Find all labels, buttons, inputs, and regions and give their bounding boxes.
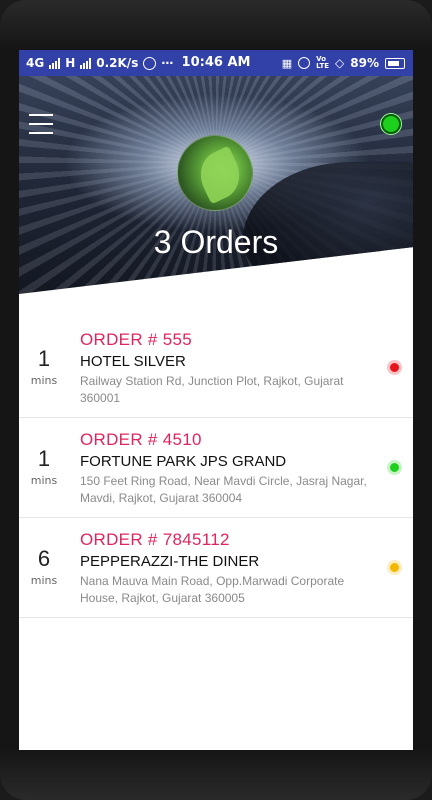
order-info: ORDER # 555 HOTEL SILVER Railway Station… <box>80 330 380 407</box>
list-item[interactable]: 1 mins ORDER # 555 HOTEL SILVER Railway … <box>19 318 413 418</box>
order-status-dot <box>387 360 402 375</box>
alarm-icon <box>298 57 311 69</box>
orders-list: 1 mins ORDER # 555 HOTEL SILVER Railway … <box>19 318 413 618</box>
avatar-photo <box>192 145 248 205</box>
order-status-dot <box>387 460 402 475</box>
wifi-icon: ◇ <box>335 56 345 70</box>
list-item[interactable]: 1 mins ORDER # 4510 FORTUNE PARK JPS GRA… <box>19 418 413 518</box>
restaurant-name: PEPPERAZZI-THE DINER <box>80 553 260 570</box>
order-number: ORDER # 555 <box>80 330 192 349</box>
eta: 6 mins <box>19 546 69 587</box>
restaurant-name: FORTUNE PARK JPS GRAND <box>80 453 287 470</box>
eta-minutes: 1 <box>37 446 51 471</box>
screen: 4G H 0.2K/s ⋯ 10:46 AM ▦ Vo LTE ◇ 89% 3 … <box>19 50 413 750</box>
header-banner: 3 Orders Jun 12, 2017 <box>19 76 413 294</box>
eta-label: mins <box>30 474 58 487</box>
restaurant-address: 150 Feet Ring Road, Near Mavdi Circle, J… <box>80 474 367 505</box>
order-status-dot <box>387 560 402 575</box>
order-number: ORDER # 4510 <box>80 430 202 449</box>
status-right: ▦ Vo LTE ◇ 89% <box>282 56 405 70</box>
page-title: 3 Orders <box>153 224 279 260</box>
phone-top-bezel <box>0 0 432 50</box>
order-number: ORDER # 7845112 <box>80 530 230 549</box>
battery-icon <box>385 57 405 69</box>
eta-label: mins <box>30 374 58 387</box>
list-item[interactable]: 6 mins ORDER # 7845112 PEPPERAZZI-THE DI… <box>19 518 413 618</box>
page-date: Jun 12, 2017 <box>181 274 251 288</box>
restaurant-address: Nana Mauva Main Road, Opp.Marwadi Corpor… <box>80 574 345 605</box>
restaurant-address: Railway Station Rd, Junction Plot, Rajko… <box>80 374 344 405</box>
menu-icon[interactable] <box>29 114 53 134</box>
eta-minutes: 6 <box>37 546 51 571</box>
phone-frame: 4G H 0.2K/s ⋯ 10:46 AM ▦ Vo LTE ◇ 89% 3 … <box>0 0 432 800</box>
eta-minutes: 1 <box>37 346 51 371</box>
order-info: ORDER # 7845112 PEPPERAZZI-THE DINER Nan… <box>80 530 380 607</box>
order-info: ORDER # 4510 FORTUNE PARK JPS GRAND 150 … <box>80 430 380 507</box>
restaurant-name: HOTEL SILVER <box>80 353 186 370</box>
online-status-indicator[interactable] <box>381 114 401 134</box>
battery-percent: 89% <box>350 56 379 70</box>
vibrate-icon: ▦ <box>281 56 293 70</box>
volte-icon: Vo LTE <box>316 55 330 70</box>
eta-label: mins <box>30 574 58 587</box>
avatar[interactable] <box>177 135 253 211</box>
status-bar: 4G H 0.2K/s ⋯ 10:46 AM ▦ Vo LTE ◇ 89% <box>19 50 413 76</box>
eta: 1 mins <box>19 446 69 487</box>
phone-bottom-bezel <box>0 748 432 800</box>
eta: 1 mins <box>19 346 69 387</box>
